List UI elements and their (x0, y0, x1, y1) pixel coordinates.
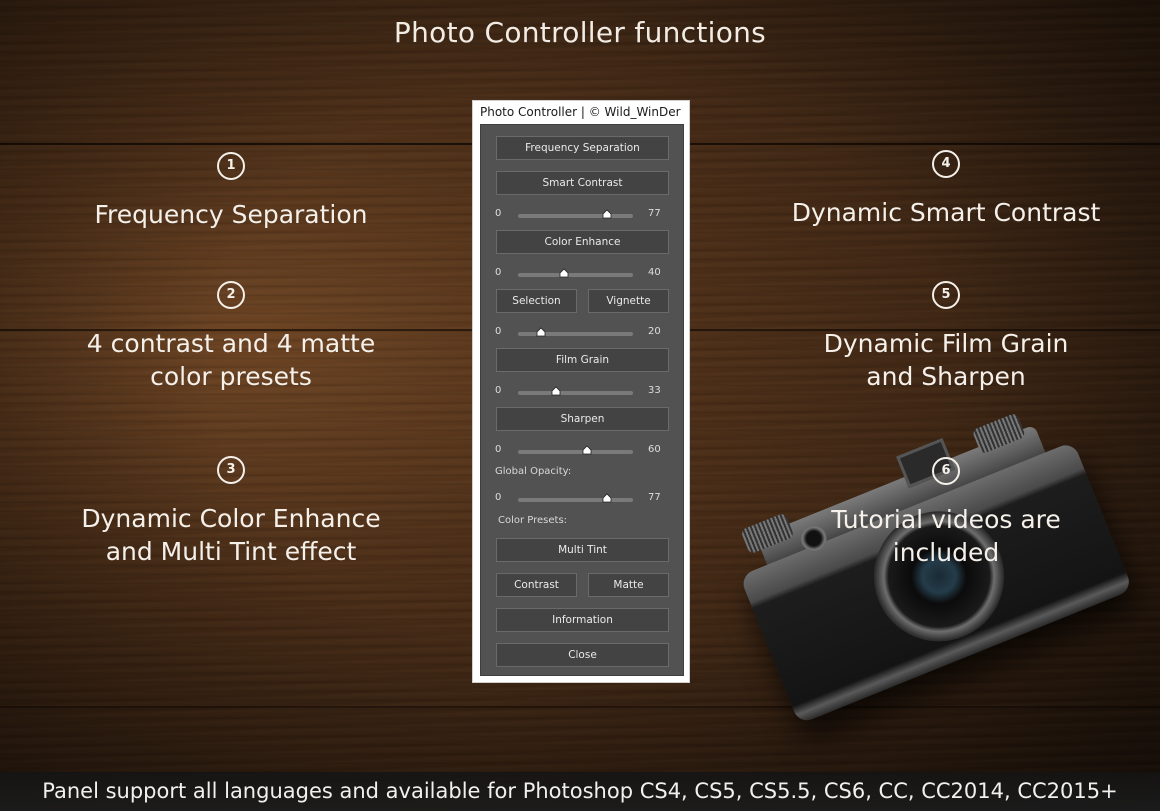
slider-value-label: 77 (648, 208, 661, 219)
feature-text: Dynamic Film Grain and Sharpen (766, 327, 1126, 393)
frequency-separation-button[interactable]: Frequency Separation (496, 136, 669, 160)
feature-2: 2 4 contrast and 4 matte color presets (51, 281, 411, 393)
slider-thumb[interactable] (602, 209, 612, 219)
footer-banner: Panel support all languages and availabl… (0, 772, 1160, 811)
information-button[interactable]: Information (496, 608, 669, 632)
slider-min-label: 0 (495, 492, 502, 503)
vignette-button[interactable]: Vignette (588, 289, 669, 313)
slider-track[interactable] (518, 386, 633, 396)
slider-track[interactable] (518, 209, 633, 219)
slider-track[interactable] (518, 493, 633, 503)
feature-line: Dynamic Smart Contrast (791, 198, 1101, 227)
sharpen-slider: 0 60 (481, 443, 685, 459)
film-grain-button[interactable]: Film Grain (496, 348, 669, 372)
slider-thumb[interactable] (602, 493, 612, 503)
number-badge-icon: 1 (217, 152, 245, 180)
feature-line: Tutorial videos are (831, 505, 1061, 534)
feature-1: 1 Frequency Separation (51, 152, 411, 231)
slider-value-label: 60 (648, 444, 661, 455)
number-badge-icon: 5 (932, 281, 960, 309)
feature-line: Frequency Separation (94, 200, 368, 229)
contrast-button[interactable]: Contrast (496, 573, 577, 597)
global-opacity-slider: 0 77 (481, 491, 685, 507)
feature-3: 3 Dynamic Color Enhance and Multi Tint e… (51, 456, 411, 568)
feature-line: and Multi Tint effect (105, 537, 357, 566)
feature-text: 4 contrast and 4 matte color presets (51, 327, 411, 393)
panel-body: Frequency Separation Smart Contrast 0 77… (480, 124, 684, 676)
feature-6: 6 Tutorial videos are included (766, 457, 1126, 569)
feature-line: Dynamic Film Grain (823, 329, 1069, 358)
slider-track[interactable] (518, 268, 633, 278)
feature-line: included (892, 538, 1000, 567)
vignette-slider: 0 20 (481, 325, 685, 341)
slider-value-label: 40 (648, 267, 661, 278)
number-badge-icon: 2 (217, 281, 245, 309)
smart-contrast-button[interactable]: Smart Contrast (496, 171, 669, 195)
color-presets-label: Color Presets: (498, 515, 568, 526)
slider-min-label: 0 (495, 385, 502, 396)
feature-line: color presets (150, 362, 312, 391)
feature-line: 4 contrast and 4 matte (86, 329, 376, 358)
feature-text: Dynamic Color Enhance and Multi Tint eff… (51, 502, 411, 568)
color-enhance-slider: 0 40 (481, 266, 685, 282)
slider-thumb[interactable] (536, 327, 546, 337)
smart-contrast-slider: 0 77 (481, 207, 685, 223)
number-badge-icon: 3 (217, 456, 245, 484)
matte-button[interactable]: Matte (588, 573, 669, 597)
feature-line: and Sharpen (866, 362, 1026, 391)
feature-text: Frequency Separation (51, 198, 411, 231)
color-enhance-button[interactable]: Color Enhance (496, 230, 669, 254)
number-badge-icon: 4 (932, 150, 960, 178)
feature-5: 5 Dynamic Film Grain and Sharpen (766, 281, 1126, 393)
slider-value-label: 20 (648, 326, 661, 337)
slider-thumb[interactable] (559, 268, 569, 278)
global-opacity-label: Global Opacity: (495, 466, 572, 477)
slider-thumb[interactable] (582, 445, 592, 455)
feature-line: Dynamic Color Enhance (81, 504, 381, 533)
page-title: Photo Controller functions (393, 16, 767, 49)
slider-min-label: 0 (495, 267, 502, 278)
close-button[interactable]: Close (496, 643, 669, 667)
photo-controller-panel: Photo Controller | © Wild_WinDer Frequen… (472, 100, 690, 683)
wood-plank-seam (0, 706, 1160, 708)
feature-text: Dynamic Smart Contrast (766, 196, 1126, 229)
selection-button[interactable]: Selection (496, 289, 577, 313)
slider-track[interactable] (518, 445, 633, 455)
film-grain-slider: 0 33 (481, 384, 685, 400)
slider-thumb[interactable] (551, 386, 561, 396)
number-badge-icon: 6 (932, 457, 960, 485)
slider-min-label: 0 (495, 208, 502, 219)
feature-4: 4 Dynamic Smart Contrast (766, 150, 1126, 229)
sharpen-button[interactable]: Sharpen (496, 407, 669, 431)
slider-min-label: 0 (495, 444, 502, 455)
slider-value-label: 33 (648, 385, 661, 396)
slider-track[interactable] (518, 327, 633, 337)
slider-min-label: 0 (495, 326, 502, 337)
feature-text: Tutorial videos are included (766, 503, 1126, 569)
panel-title: Photo Controller | © Wild_WinDer (480, 105, 681, 119)
slider-value-label: 77 (648, 492, 661, 503)
multi-tint-button[interactable]: Multi Tint (496, 538, 669, 562)
